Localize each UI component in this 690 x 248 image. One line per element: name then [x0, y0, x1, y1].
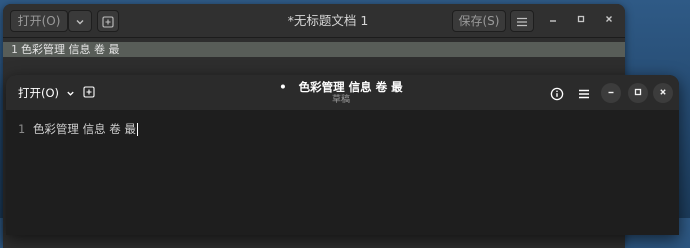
foreground-editor-window: 打开(O) • 色彩管理 信息 卷 最 草稿 1 色彩管理 信息 卷 最	[6, 75, 679, 235]
close-button[interactable]	[600, 12, 618, 30]
new-tab-button[interactable]	[97, 10, 119, 32]
maximize-icon	[634, 88, 642, 96]
new-tab-button[interactable]	[80, 83, 98, 101]
info-icon	[550, 87, 564, 100]
open-button-label: 打开(O)	[17, 14, 61, 28]
new-tab-icon	[83, 86, 95, 98]
current-line-highlight: 1 色彩管理 信息 卷 最	[3, 42, 625, 57]
chevron-down-icon	[67, 91, 74, 96]
document-info-button[interactable]	[547, 83, 567, 103]
close-button[interactable]	[653, 83, 673, 103]
minimize-icon	[550, 20, 556, 22]
line-number: 1	[18, 122, 25, 136]
editor-line: 1 色彩管理 信息 卷 最	[18, 121, 138, 137]
chevron-down-icon	[76, 19, 84, 24]
close-icon	[660, 89, 666, 95]
hamburger-menu-icon	[517, 17, 527, 26]
line-text: 色彩管理 信息 卷 最	[32, 122, 136, 136]
background-headerbar: 打开(O) *无标题文档 1 保存(S)	[3, 4, 625, 38]
modified-indicator: •	[279, 80, 287, 94]
hamburger-menu-icon	[579, 89, 589, 98]
menu-button[interactable]	[510, 10, 534, 32]
line-text: 色彩管理 信息 卷 最	[21, 43, 120, 56]
text-cursor	[136, 123, 138, 136]
maximize-button[interactable]	[572, 12, 590, 30]
minimize-icon	[608, 91, 614, 94]
minimize-button[interactable]	[601, 83, 621, 103]
window-title: *无标题文档 1	[287, 13, 369, 28]
maximize-icon	[577, 15, 585, 23]
document-title: 色彩管理 信息 卷 最	[298, 80, 403, 94]
menu-button[interactable]	[574, 83, 594, 103]
save-button-label: 保存(S)	[458, 14, 500, 28]
new-tab-icon	[102, 15, 114, 28]
foreground-headerbar: 打开(O) • 色彩管理 信息 卷 最 草稿	[6, 75, 679, 110]
close-icon	[606, 16, 612, 22]
save-button[interactable]: 保存(S)	[452, 10, 506, 32]
window-title: • 色彩管理 信息 卷 最	[246, 80, 436, 94]
open-button[interactable]: 打开(O)	[10, 10, 68, 32]
open-dropdown-button[interactable]	[68, 10, 92, 32]
text-editor-area[interactable]: 1 色彩管理 信息 卷 最	[6, 110, 679, 235]
minimize-button[interactable]	[544, 12, 562, 30]
window-subtitle: 草稿	[331, 95, 350, 105]
open-button[interactable]: 打开(O)	[12, 81, 81, 105]
maximize-button[interactable]	[628, 83, 648, 103]
line-number: 1	[11, 43, 18, 56]
open-button-label: 打开(O)	[18, 86, 60, 100]
